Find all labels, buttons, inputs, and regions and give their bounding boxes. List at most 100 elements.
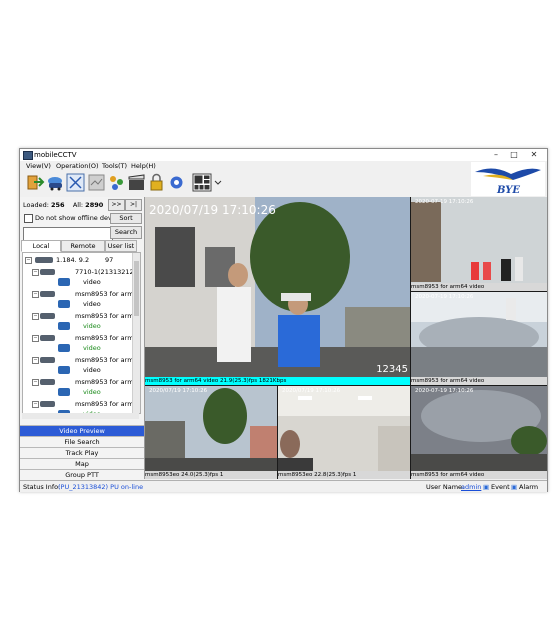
video-tile-main[interactable]: 2020/07/19 17:10:26 12345 msm8953 for ar… <box>145 197 410 385</box>
main-caption: msm8953 for arm64 video 21.9(25.3)fps 18… <box>145 377 410 385</box>
page-last-button[interactable]: >| <box>125 199 142 211</box>
tree-device-row[interactable]: − 7710-1(21313212) <box>23 267 137 277</box>
minimize-button[interactable]: – <box>487 149 505 161</box>
collapse-icon[interactable]: − <box>32 357 39 364</box>
video-tile-3[interactable]: 2020/07/19 17:10:26 msm8953eo 24.0(25.3)… <box>145 386 277 479</box>
channel-name: video <box>83 388 101 396</box>
tree-hscrollbar[interactable] <box>22 413 139 419</box>
page-next-button[interactable]: >> <box>108 199 125 211</box>
tree-channel-row[interactable]: video <box>23 321 133 331</box>
menu-view[interactable]: View(V) <box>26 162 51 170</box>
video-tile-1[interactable]: 2020-07-19 17:10:26 msm8953 for arm64 vi… <box>411 197 547 291</box>
user-name-link[interactable]: admin <box>461 483 481 491</box>
video-frame-4 <box>278 386 410 479</box>
gear-icon[interactable] <box>167 173 186 192</box>
alarm-button[interactable]: Alarm <box>519 483 538 491</box>
tree-device-row[interactable]: − msm8953 for arm64 <box>23 399 140 409</box>
video-tile-5[interactable]: 2020-07-19 17:10:26 msm8953 for arm64 vi… <box>411 386 547 479</box>
all-label: All: <box>72 201 84 209</box>
event-icon: ▣ <box>483 483 490 491</box>
menu-operation[interactable]: Operation(O) <box>56 162 99 170</box>
menu-help[interactable]: Help(H) <box>131 162 156 170</box>
video-tile-2[interactable]: 2020-07-19 17:10:26 msm8953 for arm64 vi… <box>411 292 547 385</box>
app-icon <box>23 151 33 160</box>
main-overlay-text: 12345 <box>376 364 408 375</box>
collapse-icon[interactable]: − <box>32 335 39 342</box>
tree-device-row[interactable]: − msm8953 for arm64 <box>23 311 140 321</box>
tree-channel-row[interactable]: video <box>23 365 133 375</box>
device-name: 7710-1(21313212) <box>75 268 137 276</box>
video-tile-4[interactable]: 2020/07/19 17:10:26 msm8953eo 22.8(25.3)… <box>278 386 410 479</box>
device-panel: Loaded: 256 All: 2890 >> >| Do not show … <box>20 197 145 480</box>
tile4-timestamp: 2020/07/19 17:10:26 <box>282 388 341 394</box>
clapboard-icon[interactable] <box>127 173 146 192</box>
tree-group-row[interactable]: − 1.184. 9.2 97 <box>23 255 133 265</box>
loaded-info: Loaded: 256 All: 2890 <box>23 201 103 209</box>
menu-tools[interactable]: Tools(T) <box>102 162 127 170</box>
offline-checkbox[interactable] <box>24 214 33 223</box>
tab-user-list[interactable]: User list <box>105 240 137 252</box>
collapse-icon[interactable]: − <box>32 269 39 276</box>
layout-grid-icon[interactable] <box>192 173 212 192</box>
tile5-timestamp: 2020-07-19 17:10:26 <box>415 388 474 394</box>
camera-icon <box>58 388 70 396</box>
lock-icon[interactable] <box>147 173 166 192</box>
tree-device-row[interactable]: − msm8953 for arm64 <box>23 333 140 343</box>
nav-map[interactable]: Map <box>20 458 144 469</box>
tile1-timestamp: 2020-07-19 17:10:26 <box>415 199 474 205</box>
close-button[interactable]: ✕ <box>525 149 543 161</box>
camera-icon <box>58 366 70 374</box>
cloud-car-icon[interactable] <box>46 173 65 192</box>
tree-channel-row[interactable]: video <box>23 299 133 309</box>
main-timestamp: 2020/07/19 17:10:26 <box>149 203 276 217</box>
channel-name: video <box>83 344 101 352</box>
search-button[interactable]: Search <box>110 226 142 239</box>
tile4-caption: msm8953eo 22.8(25.3)fps 1 <box>278 471 410 479</box>
tree-channel-row[interactable]: video <box>23 343 133 353</box>
map-icon[interactable] <box>87 173 106 192</box>
camera-icon <box>58 278 70 286</box>
function-nav: Video Preview File Search Track Play Map… <box>20 425 144 480</box>
tree-device-row[interactable]: − msm8953 for arm64 <box>23 377 140 387</box>
nav-video-preview[interactable]: Video Preview <box>20 425 144 436</box>
tree-device-row[interactable]: − msm8953 for arm64 <box>23 289 140 299</box>
search-input[interactable] <box>23 227 113 241</box>
all-count: 2890 <box>85 201 104 209</box>
camera-icon <box>58 322 70 330</box>
status-bar: Status Info: (PU_21313842) PU on-line Us… <box>20 480 547 492</box>
nav-group-ptt[interactable]: Group PTT <box>20 469 144 480</box>
collapse-icon[interactable]: − <box>25 257 32 264</box>
expand-icon[interactable] <box>66 173 85 192</box>
sort-button[interactable]: Sort <box>110 213 142 224</box>
tree-device-row[interactable]: − msm8953 for arm64 <box>23 355 140 365</box>
channel-name: video <box>83 366 101 374</box>
app-window: mobileCCTV – □ ✕ View(V) Operation(O) To… <box>19 148 548 492</box>
chevron-down-icon[interactable] <box>214 173 222 192</box>
login-icon[interactable] <box>26 173 45 192</box>
collapse-icon[interactable]: − <box>32 313 39 320</box>
tree-channel-row[interactable]: video <box>23 277 133 287</box>
maximize-button[interactable]: □ <box>505 149 523 161</box>
group-tabs: Local Group Remote Group User list <box>20 240 144 260</box>
video-frame-1 <box>411 197 547 291</box>
collapse-icon[interactable]: − <box>32 379 39 386</box>
tab-local-group[interactable]: Local Group <box>21 240 61 260</box>
nav-track-play[interactable]: Track Play <box>20 447 144 458</box>
event-button[interactable]: Event <box>491 483 510 491</box>
device-icon <box>40 357 55 363</box>
nav-file-search[interactable]: File Search <box>20 436 144 447</box>
collapse-icon[interactable]: − <box>32 291 39 298</box>
channel-name: video <box>83 300 101 308</box>
channel-name: video <box>83 322 101 330</box>
collapse-icon[interactable]: − <box>32 401 39 408</box>
tree-scrollbar[interactable] <box>132 253 140 413</box>
scroll-thumb[interactable] <box>134 261 139 316</box>
video-frame-main <box>145 197 410 385</box>
tab-remote-group[interactable]: Remote Group <box>61 240 105 260</box>
toolbar <box>20 171 470 195</box>
video-frame-2 <box>411 292 547 385</box>
settings-tree-icon[interactable] <box>107 173 126 192</box>
tree-channel-row[interactable]: video <box>23 387 133 397</box>
menu-bar: View(V) Operation(O) Tools(T) Help(H) <box>20 161 470 171</box>
tile2-timestamp: 2020-07-19 17:10:26 <box>415 294 474 300</box>
